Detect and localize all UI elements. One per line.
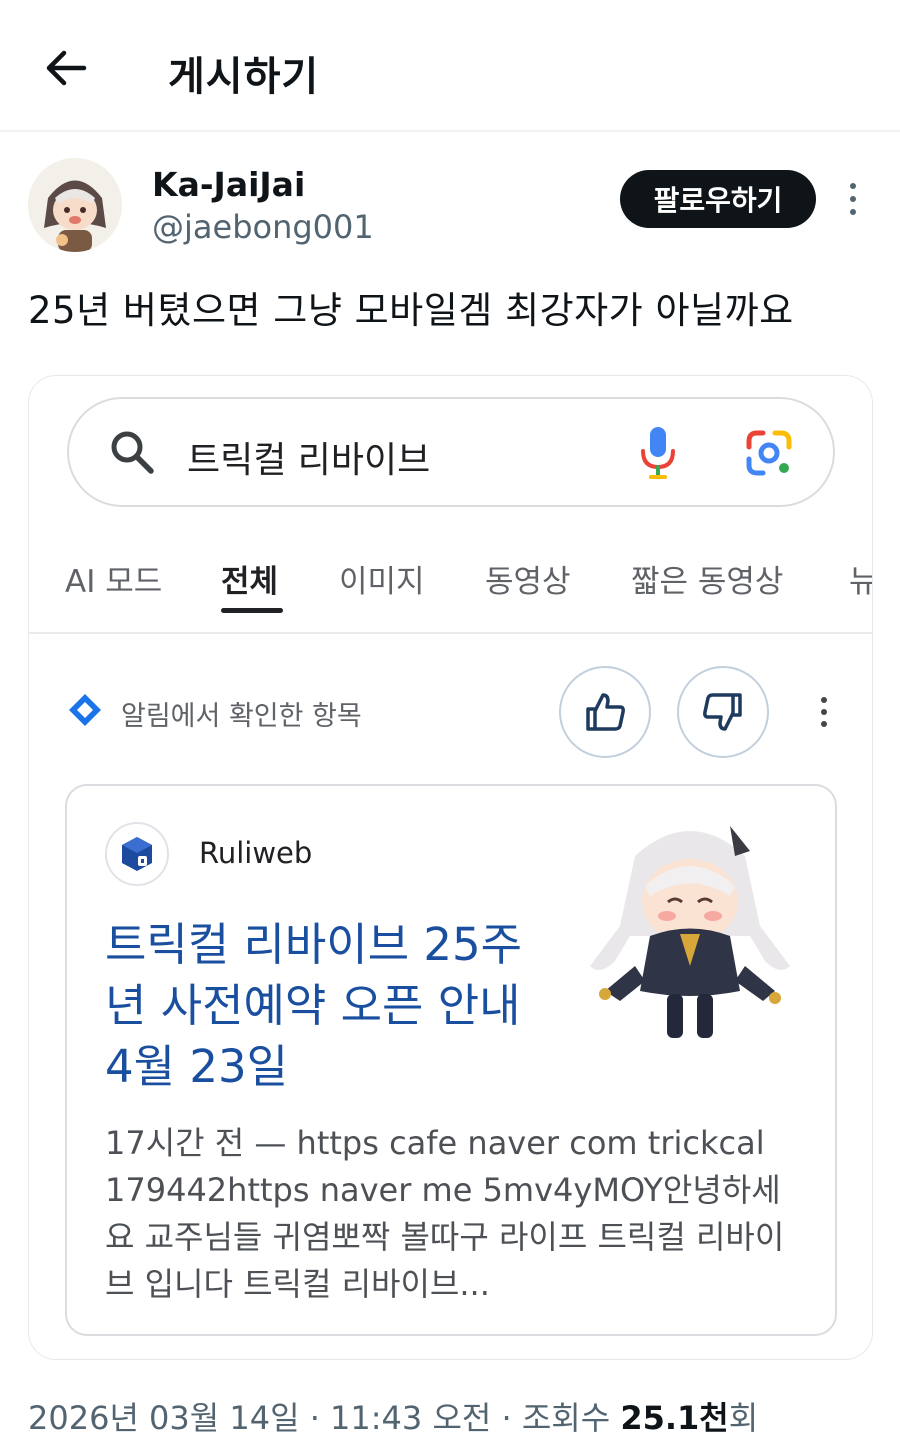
search-tabs: AI 모드 전체 이미지 동영상 짧은 동영상 뉴 [29,526,872,634]
top-bar: 게시하기 [0,0,900,132]
follow-button[interactable]: 팔로우하기 [620,170,816,228]
tab-images[interactable]: 이미지 [339,556,425,601]
thumbs-down-button[interactable] [677,666,769,758]
result-thumbnail[interactable] [575,816,805,1048]
google-lens-icon [746,430,792,476]
post-meta: 2026년 03월 14일 · 11:43 오전 · 조회수 25.1천회 [28,1393,758,1439]
user-handle[interactable]: @jaebong001 [152,208,374,246]
arrow-left-icon [46,50,87,86]
active-tab-indicator [221,608,283,613]
post-date: 2026년 03월 14일 · 11:43 오전 · 조회수 [28,1399,621,1437]
notice-text: 알림에서 확인한 항목 [121,701,362,732]
view-count: 25.1천 [620,1399,729,1437]
result-snippet: 17시간 전 — https cafe naver com trickcal 1… [105,1124,785,1303]
more-vertical-icon [850,183,856,189]
attached-image[interactable]: 트릭컬 리바이브 AI 모드 전체 이미지 동영상 짧은 동영상 뉴 알림에서 … [28,375,873,1360]
avatar[interactable] [28,158,122,252]
thumbs-up-icon [586,693,625,731]
search-result-card[interactable]: Ruliweb 트릭컬 리바이브 25주년 사전예약 오픈 안내 4월 23일 … [65,784,837,1336]
notice-row: 알림에서 확인한 항목 [67,666,847,762]
tab-ai-mode[interactable]: AI 모드 [65,556,162,601]
ruliweb-logo-icon [105,822,169,886]
post-more-button[interactable] [838,176,868,222]
site-name[interactable]: Ruliweb [199,836,312,870]
result-title-link[interactable]: 트릭컬 리바이브 25주년 사전예약 오픈 안내 4월 23일 [105,914,545,1097]
search-bar[interactable]: 트릭컬 리바이브 [67,397,835,507]
tab-videos[interactable]: 동영상 [485,556,571,601]
tweet-text: 25년 버텼으면 그냥 모바일겜 최강자가 아닐까요 [28,289,794,332]
mic-icon [641,427,675,479]
diamond-sparkle-icon [69,694,101,726]
view-count-suffix: 회 [728,1399,759,1437]
thumbs-down-icon [703,693,742,731]
tab-short-videos[interactable]: 짧은 동영상 [631,556,783,601]
page-title: 게시하기 [168,54,320,100]
search-query[interactable]: 트릭컬 리바이브 [187,431,430,483]
more-vertical-icon [821,697,827,703]
avatar-illustration [28,158,122,252]
search-icon [111,431,154,474]
tab-news[interactable]: 뉴 [849,556,872,601]
tab-all[interactable]: 전체 [221,556,278,601]
thumbs-up-button[interactable] [559,666,651,758]
back-button[interactable] [38,40,94,96]
notice-more-button[interactable] [811,690,837,734]
display-name[interactable]: Ka-JaiJai [152,165,305,204]
